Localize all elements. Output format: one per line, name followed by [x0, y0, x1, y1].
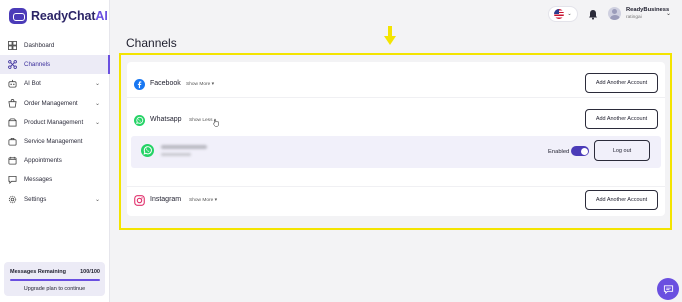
chevron-down-icon: ⌄ [94, 119, 100, 126]
redacted-account-number [161, 153, 191, 156]
chevron-down-icon: ⌄ [94, 100, 100, 107]
upgrade-plan-link[interactable]: Upgrade plan to continue [4, 286, 105, 292]
sidebar-item-ai-bot[interactable]: AI Bot ⌄ [0, 74, 110, 93]
channel-name: Whatsapp [150, 116, 182, 123]
mouse-cursor-icon [213, 119, 219, 127]
user-role: ratingai [626, 15, 642, 20]
logo[interactable]: ReadyChatAI [9, 8, 108, 24]
bot-icon [8, 79, 17, 88]
sidebar-item-label: Dashboard [24, 42, 55, 50]
sidebar-item-label: Appointments [24, 157, 62, 165]
whatsapp-icon [134, 115, 145, 126]
sidebar-item-label: Product Management [24, 118, 84, 126]
channel-row-instagram: Instagram Show More ▾ Add Another Accoun… [127, 186, 665, 212]
add-instagram-account-button[interactable]: Add Another Account [585, 190, 658, 210]
redacted-account-name [161, 145, 207, 149]
channel-row-whatsapp: Whatsapp Show Less ▴ Add Another Account [127, 106, 665, 134]
channels-card: Facebook Show More ▾ Add Another Account… [127, 62, 665, 216]
sidebar-item-service-management[interactable]: Service Management [0, 132, 110, 151]
enabled-toggle-switch[interactable] [571, 146, 589, 156]
settings-icon [8, 195, 17, 204]
messages-remaining-box: Messages Remaining 100/100 Upgrade plan … [4, 262, 105, 296]
sidebar-item-label: Settings [24, 195, 47, 203]
messages-remaining-count: 100/100 [80, 269, 100, 275]
whatsapp-icon [141, 144, 154, 157]
add-facebook-account-button[interactable]: Add Another Account [585, 73, 658, 93]
sidebar-item-settings[interactable]: Settings ⌄ [0, 190, 110, 209]
messages-usage-fill [10, 279, 100, 281]
order-icon [8, 98, 17, 108]
chat-icon [663, 284, 673, 294]
us-flag-icon [554, 9, 565, 19]
sidebar-item-messages[interactable]: Messages [0, 170, 110, 189]
channel-row-facebook: Facebook Show More ▾ Add Another Account [127, 72, 665, 98]
service-icon [8, 137, 17, 146]
chevron-down-icon: ⌄ [567, 11, 572, 17]
sidebar-item-label: Order Management [24, 99, 78, 107]
enabled-label: Enabled [548, 149, 570, 155]
logout-button[interactable]: Log out [594, 140, 650, 161]
sidebar-item-label: Channels [24, 61, 51, 69]
sidebar-item-appointments[interactable]: Appointments [0, 151, 110, 170]
product-icon [8, 118, 17, 127]
add-whatsapp-account-button[interactable]: Add Another Account [585, 109, 658, 129]
calendar-icon [8, 156, 17, 165]
dashboard-icon [8, 41, 17, 51]
chevron-down-icon: ⌄ [94, 196, 100, 203]
page-title: Channels [126, 36, 177, 50]
sidebar-item-dashboard[interactable]: Dashboard [0, 36, 110, 55]
language-selector[interactable]: ⌄ [548, 6, 578, 22]
show-more-toggle[interactable]: Show More ▾ [189, 198, 217, 203]
instagram-icon [134, 195, 145, 206]
chevron-down-icon: ⌄ [94, 81, 100, 88]
logo-icon [9, 8, 27, 24]
show-more-toggle[interactable]: Show More ▾ [186, 82, 214, 87]
arrow-down-icon [384, 26, 396, 45]
user-name[interactable]: ReadyBusiness [626, 7, 669, 13]
sidebar-item-label: AI Bot [24, 80, 41, 88]
bell-icon[interactable] [588, 9, 598, 20]
channels-icon [8, 60, 17, 70]
sidebar-nav: Dashboard Channels AI Bot ⌄ Order Manage… [0, 36, 110, 209]
chat-fab-button[interactable] [657, 278, 679, 300]
channel-name: Facebook [150, 80, 181, 87]
whatsapp-account-row: Enabled Log out [131, 136, 661, 168]
channel-name: Instagram [150, 196, 182, 203]
logo-text: ReadyChatAI [31, 9, 108, 23]
messages-usage-bar [10, 279, 100, 281]
avatar[interactable] [608, 7, 621, 20]
messages-remaining-label: Messages Remaining [10, 269, 66, 275]
chevron-down-icon[interactable]: ⌄ [666, 10, 671, 17]
facebook-icon [134, 79, 145, 90]
sidebar-item-order-management[interactable]: Order Management ⌄ [0, 94, 110, 113]
sidebar-item-product-management[interactable]: Product Management ⌄ [0, 113, 110, 132]
sidebar: ReadyChatAI Dashboard Channels AI Bot ⌄ … [0, 0, 110, 302]
messages-icon [8, 175, 17, 185]
sidebar-item-label: Messages [24, 176, 53, 184]
sidebar-item-label: Service Management [24, 138, 83, 146]
sidebar-item-channels[interactable]: Channels [0, 55, 110, 75]
